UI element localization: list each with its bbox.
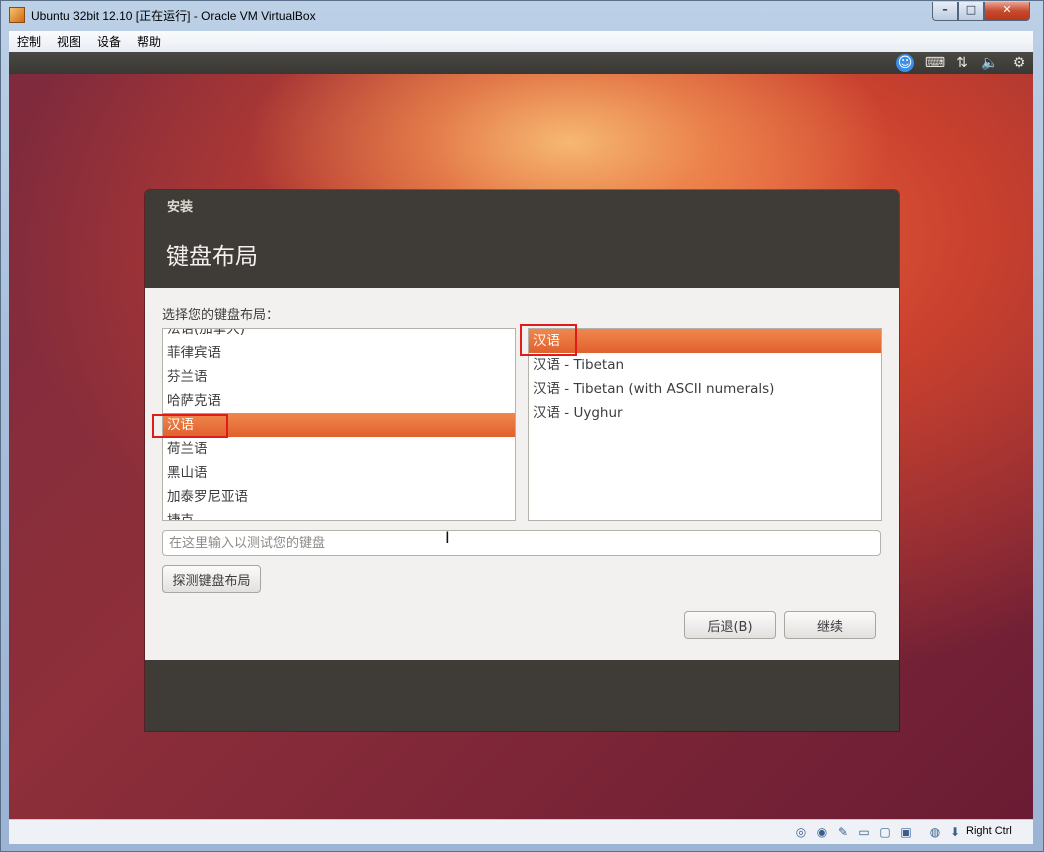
keyboard-test-input[interactable]	[162, 530, 881, 556]
menu-bar: 控制 视图 设备 帮助	[9, 31, 1033, 53]
list-item[interactable]: 菲律宾语	[163, 341, 515, 365]
capture-icon[interactable]: ◍	[927, 824, 943, 840]
variant-list[interactable]: 汉语 汉语 - Tibetan 汉语 - Tibetan (with ASCII…	[528, 328, 882, 521]
highlight-box-variant	[520, 324, 577, 356]
continue-button[interactable]: 继续	[784, 611, 876, 639]
dialog-header: 安装 键盘布局	[145, 190, 899, 288]
hard-disk-icon[interactable]: ◎	[793, 824, 809, 840]
maximize-icon: □	[965, 3, 977, 16]
usb-icon[interactable]: ✎	[835, 824, 851, 840]
list-item-selected[interactable]: 汉语	[529, 329, 881, 353]
network-icon[interactable]: ▭	[856, 824, 872, 840]
accessibility-icon[interactable]: ☺	[896, 54, 914, 72]
list-item[interactable]: 汉语 - Tibetan (with ASCII numerals)	[529, 377, 881, 401]
highlight-box-layout	[152, 414, 228, 438]
back-button[interactable]: 后退(B)	[684, 611, 776, 639]
keyboard-icon[interactable]: ⌨	[923, 54, 947, 72]
maximize-button[interactable]: □	[958, 2, 984, 21]
minimize-button[interactable]: –	[932, 2, 958, 21]
detect-layout-button[interactable]: 探测键盘布局	[162, 565, 261, 593]
list-item[interactable]: 汉语 - Tibetan	[529, 353, 881, 377]
keyboard-capture-icon[interactable]: ⬇	[947, 824, 963, 840]
list-item[interactable]: 芬兰语	[163, 365, 515, 389]
gear-icon[interactable]: ⚙	[1010, 54, 1028, 72]
menu-help[interactable]: 帮助	[133, 33, 165, 50]
dialog-body: 选择您的键盘布局： 法语(加拿大) 菲律宾语 芬兰语 哈萨克语 汉语 荷兰语 黑…	[145, 288, 899, 660]
dialog-footer	[145, 660, 899, 731]
list-item[interactable]: 荷兰语	[163, 437, 515, 461]
close-icon: ✕	[1002, 3, 1012, 16]
ubuntu-top-panel: ☺ ⌨ ⇅ 🔈 ⚙	[9, 52, 1033, 74]
vm-screen[interactable]: ☺ ⌨ ⇅ 🔈 ⚙ 安装 键盘布局 选择您的键盘布局： 法语(加拿大) 菲律宾语…	[9, 52, 1033, 819]
list-item[interactable]: 哈萨克语	[163, 389, 515, 413]
virtualbox-window: Ubuntu 32bit 12.10 [正在运行] - Oracle VM Vi…	[0, 0, 1044, 852]
close-button[interactable]: ✕	[984, 2, 1030, 21]
host-key-label: Right Ctrl	[966, 825, 1012, 837]
list-item[interactable]: 法语(加拿大)	[163, 329, 515, 341]
minimize-icon: –	[942, 3, 948, 16]
menu-view[interactable]: 视图	[53, 33, 85, 50]
text-cursor-icon: I	[445, 528, 450, 547]
window-title: Ubuntu 32bit 12.10 [正在运行] - Oracle VM Vi…	[31, 9, 316, 23]
list-item[interactable]: 加泰罗尼亚语	[163, 485, 515, 509]
menu-control[interactable]: 控制	[13, 33, 45, 50]
virtualbox-app-icon	[9, 7, 25, 23]
layout-prompt: 选择您的键盘布局：	[162, 308, 280, 323]
installer-dialog: 安装 键盘布局 选择您的键盘布局： 法语(加拿大) 菲律宾语 芬兰语 哈萨克语 …	[145, 190, 899, 731]
volume-icon[interactable]: 🔈	[981, 54, 999, 72]
page-title: 键盘布局	[166, 244, 258, 270]
network-icon[interactable]: ⇅	[953, 54, 971, 72]
cd-icon[interactable]: ◉	[814, 824, 830, 840]
list-item[interactable]: 汉语 - Uyghur	[529, 401, 881, 425]
installer-app-name: 安装	[167, 200, 194, 215]
display-icon[interactable]: ▣	[898, 824, 914, 840]
status-bar: ◎ ◉ ✎ ▭ ▢ ▣ ◍ ⬇ Right Ctrl	[9, 819, 1033, 844]
title-bar[interactable]: Ubuntu 32bit 12.10 [正在运行] - Oracle VM Vi…	[1, 1, 1043, 31]
list-item[interactable]: 黑山语	[163, 461, 515, 485]
menu-devices[interactable]: 设备	[93, 33, 125, 50]
shared-folder-icon[interactable]: ▢	[877, 824, 893, 840]
list-item[interactable]: 捷克	[163, 509, 515, 520]
